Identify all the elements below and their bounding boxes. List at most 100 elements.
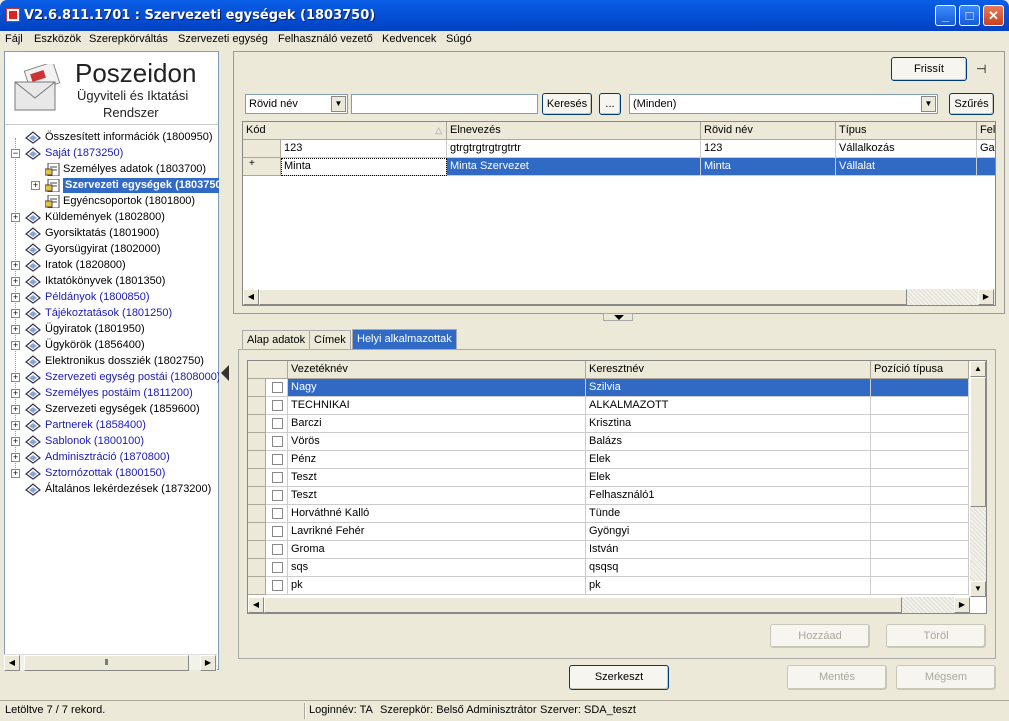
table-cell[interactable] xyxy=(871,433,969,451)
tab-local-employees[interactable]: Helyi alkalmazottak xyxy=(352,329,457,349)
table-cell[interactable] xyxy=(871,415,969,433)
table-cell[interactable]: Teszt xyxy=(288,469,586,487)
maximize-icon[interactable]: □ xyxy=(959,5,980,26)
refresh-button[interactable]: Frissít xyxy=(891,57,967,81)
table-cell[interactable]: ALKALMAZOTT xyxy=(586,397,871,415)
tree-item[interactable]: + Tájékoztatások (1801250) xyxy=(5,306,218,322)
table-cell[interactable]: Horváthné Kalló xyxy=(288,505,586,523)
row-checkbox[interactable] xyxy=(272,418,283,429)
delete-button[interactable]: Töröl xyxy=(886,624,986,648)
chevron-down-icon[interactable]: ▼ xyxy=(331,96,346,112)
table-cell[interactable]: Minta Szervezet xyxy=(447,158,701,176)
expand-icon[interactable]: + xyxy=(11,261,20,270)
menu-help[interactable]: Súgó xyxy=(446,33,472,45)
tree-item[interactable]: + Sztornózottak (1800150) xyxy=(5,466,218,482)
scroll-down-icon[interactable]: ▼ xyxy=(970,581,986,597)
row-header[interactable] xyxy=(248,469,266,487)
minimize-icon[interactable]: _ xyxy=(935,5,956,26)
scroll-thumb[interactable] xyxy=(970,377,986,507)
table-cell[interactable] xyxy=(871,559,969,577)
table-cell[interactable] xyxy=(871,451,969,469)
search-button[interactable]: Keresés xyxy=(542,93,592,115)
tree-item[interactable]: + Ügyiratok (1801950) xyxy=(5,322,218,338)
table-cell[interactable]: Minta xyxy=(281,158,447,176)
table-cell[interactable]: Balázs xyxy=(586,433,871,451)
expand-icon[interactable]: + xyxy=(11,453,20,462)
row-checkbox[interactable] xyxy=(272,562,283,573)
tree-item[interactable]: + Ügykörök (1856400) xyxy=(5,338,218,354)
filter-button[interactable]: Szűrés xyxy=(949,93,994,115)
row-header[interactable] xyxy=(248,541,266,559)
menu-tools[interactable]: Eszközök xyxy=(34,33,81,45)
row-checkbox[interactable] xyxy=(272,580,283,591)
pin-icon[interactable]: ⊣ xyxy=(976,62,992,76)
table-cell[interactable]: Minta xyxy=(701,158,836,176)
tree-item[interactable]: Személyes adatok (1803700) xyxy=(5,162,218,178)
nav-horizontal-scrollbar[interactable]: ◀ ⦀ ▶ xyxy=(4,654,217,671)
table-cell[interactable]: Nagy xyxy=(288,379,586,397)
scroll-thumb[interactable] xyxy=(264,597,902,613)
expand-icon[interactable]: + xyxy=(11,293,20,302)
table-cell[interactable]: sqs xyxy=(288,559,586,577)
add-button[interactable]: Hozzáad xyxy=(770,624,870,648)
table-cell[interactable]: Vállalkozás xyxy=(836,140,977,158)
table-cell[interactable]: Elek xyxy=(586,469,871,487)
column-header-code[interactable]: Kód △ xyxy=(243,122,447,140)
row-checkbox[interactable] xyxy=(272,526,283,537)
scroll-right-icon[interactable]: ▶ xyxy=(978,289,994,305)
row-checkbox[interactable] xyxy=(272,490,283,501)
table-cell[interactable]: 123 xyxy=(701,140,836,158)
tree-item[interactable]: + Sablonok (1800100) xyxy=(5,434,218,450)
table-cell[interactable]: Groma xyxy=(288,541,586,559)
edit-button[interactable]: Szerkeszt xyxy=(569,665,669,690)
table-cell[interactable] xyxy=(871,523,969,541)
expand-icon[interactable]: + xyxy=(11,389,20,398)
row-header[interactable] xyxy=(248,379,266,397)
row-header[interactable] xyxy=(243,140,281,158)
tree-item[interactable]: + Személyes postáim (1811200) xyxy=(5,386,218,402)
expand-icon[interactable]: + xyxy=(11,341,20,350)
row-header[interactable] xyxy=(248,487,266,505)
table-cell[interactable] xyxy=(871,577,969,595)
table-cell[interactable]: István xyxy=(586,541,871,559)
table-cell[interactable]: pk xyxy=(288,577,586,595)
tree-item[interactable]: + Szervezeti egységek (1803750) xyxy=(5,178,228,194)
row-header[interactable] xyxy=(248,433,266,451)
tree-item[interactable]: Gyorsiktatás (1801900) xyxy=(5,226,218,242)
expand-icon[interactable]: + xyxy=(11,309,20,318)
tree-item[interactable]: + Szervezeti egység postái (1808000) xyxy=(5,370,221,386)
tree-item[interactable]: + Példányok (1800850) xyxy=(5,290,218,306)
column-header-last-name[interactable]: Vezetéknév xyxy=(288,361,586,379)
table-cell[interactable]: Vörös xyxy=(288,433,586,451)
table-cell[interactable]: TECHNIKAI xyxy=(288,397,586,415)
table-cell[interactable]: Gyöngyi xyxy=(586,523,871,541)
table-cell[interactable]: Pénz xyxy=(288,451,586,469)
table-cell[interactable]: Barczi xyxy=(288,415,586,433)
row-header[interactable]: + xyxy=(243,158,281,176)
menu-user-leader[interactable]: Felhasználó vezető xyxy=(278,33,373,45)
tree-item[interactable]: Általános lekérdezések (1873200) xyxy=(5,482,218,498)
table-horizontal-scrollbar[interactable]: ◀ ▶ xyxy=(243,289,995,305)
table-cell[interactable] xyxy=(871,505,969,523)
row-header[interactable] xyxy=(248,577,266,595)
table-cell[interactable] xyxy=(871,469,969,487)
column-header-short-name[interactable]: Rövid név xyxy=(701,122,836,140)
table-cell[interactable]: Teszt xyxy=(288,487,586,505)
table-cell[interactable]: Krisztina xyxy=(586,415,871,433)
table-cell[interactable]: Felhasználó1 xyxy=(586,487,871,505)
row-checkbox[interactable] xyxy=(272,544,283,555)
row-checkbox[interactable] xyxy=(272,436,283,447)
row-header[interactable] xyxy=(248,451,266,469)
tree-item[interactable]: + Iratok (1820800) xyxy=(5,258,218,274)
table-cell[interactable] xyxy=(871,541,969,559)
row-checkbox[interactable] xyxy=(272,400,283,411)
collapse-left-icon[interactable] xyxy=(221,365,229,381)
collapse-icon[interactable]: − xyxy=(11,149,20,158)
tree-item[interactable]: − Saját (1873250) xyxy=(5,146,218,162)
tree-item[interactable]: + Adminisztráció (1870800) xyxy=(5,450,218,466)
scroll-up-icon[interactable]: ▲ xyxy=(970,361,986,377)
panel-splitter[interactable] xyxy=(219,51,232,670)
table-cell[interactable]: Szilvia xyxy=(586,379,871,397)
scroll-thumb[interactable] xyxy=(259,289,907,305)
expand-icon[interactable]: + xyxy=(11,325,20,334)
